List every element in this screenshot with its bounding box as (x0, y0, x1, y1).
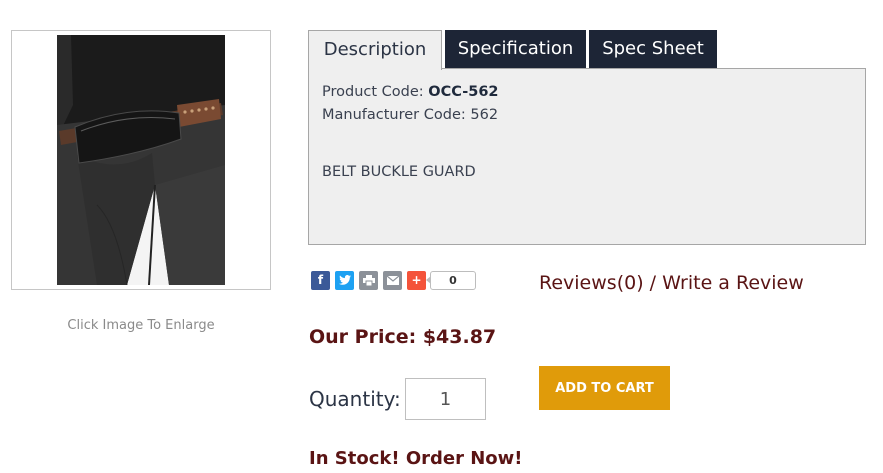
stock-status: In Stock! Order Now! (309, 448, 523, 469)
quantity-input[interactable] (405, 378, 486, 420)
write-review-link[interactable]: Write a Review (662, 272, 804, 294)
manufacturer-code-value: 562 (470, 107, 499, 123)
description-panel: Product Code: OCC-562 Manufacturer Code:… (308, 68, 866, 245)
product-image-frame[interactable] (11, 30, 271, 290)
quantity-label: Quantity: (309, 387, 401, 411)
product-photo-belt-guard (57, 35, 225, 285)
product-code-label: Product Code: (322, 84, 429, 100)
email-icon[interactable] (383, 270, 402, 290)
product-code-value: OCC-562 (428, 84, 499, 100)
enlarge-caption: Click Image To Enlarge (67, 318, 215, 333)
reviews-link[interactable]: Reviews(0) (539, 272, 644, 294)
share-count: 0 (426, 270, 476, 290)
manufacturer-code-row: Manufacturer Code: 562 (322, 104, 852, 127)
manufacturer-code-label: Manufacturer Code: (322, 107, 471, 123)
product-code-row: Product Code: OCC-562 (322, 81, 852, 104)
tab-description[interactable]: Description (308, 30, 442, 70)
twitter-icon[interactable] (335, 270, 354, 290)
tab-specification[interactable]: Specification (445, 30, 586, 69)
our-price: Our Price: $43.87 (309, 326, 497, 348)
print-icon[interactable] (359, 270, 378, 290)
add-to-cart-button[interactable]: ADD TO CART (539, 366, 670, 410)
product-image[interactable] (57, 35, 225, 285)
share-toolbar: f + 0 (311, 270, 476, 290)
product-description-text: BELT BUCKLE GUARD (322, 164, 476, 180)
tab-spec-sheet[interactable]: Spec Sheet (589, 30, 717, 69)
reviews-separator: / (643, 272, 663, 294)
addthis-plus-icon[interactable]: + (407, 270, 426, 290)
reviews-links: Reviews(0) / Write a Review (539, 272, 804, 294)
facebook-icon[interactable]: f (311, 270, 330, 290)
